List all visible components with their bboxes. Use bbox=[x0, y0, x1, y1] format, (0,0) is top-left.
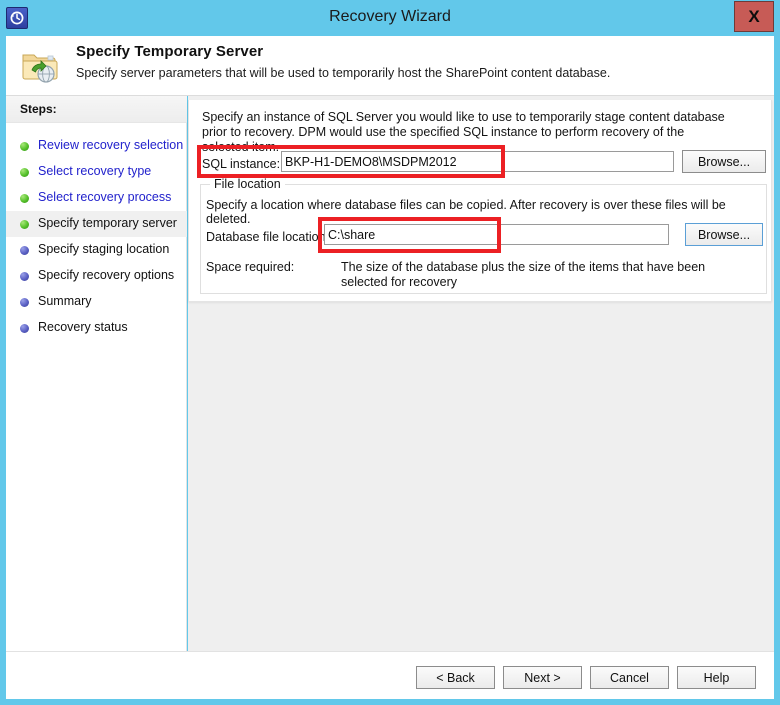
page-subtitle: Specify server parameters that will be u… bbox=[76, 66, 611, 80]
file-location-description: Specify a location where database files … bbox=[206, 198, 726, 226]
back-button[interactable]: < Back bbox=[416, 666, 495, 689]
space-required-value: The size of the database plus the size o… bbox=[341, 260, 706, 289]
step-bullet-icon bbox=[20, 324, 29, 333]
step-bullet-icon bbox=[20, 194, 29, 203]
sidebar-item-label: Select recovery type bbox=[38, 164, 152, 178]
database-file-location-input[interactable] bbox=[324, 224, 669, 245]
next-button[interactable]: Next > bbox=[503, 666, 582, 689]
step-bullet-icon bbox=[20, 272, 29, 281]
sidebar-item-specify-recovery-options[interactable]: Specify recovery options bbox=[6, 263, 187, 289]
steps-heading: Steps: bbox=[6, 96, 187, 123]
step-bullet-icon bbox=[20, 220, 29, 229]
content-panel: Specify an instance of SQL Server you wo… bbox=[188, 100, 772, 302]
sidebar-item-select-recovery-process[interactable]: Select recovery process bbox=[6, 185, 187, 211]
step-bullet-icon bbox=[20, 168, 29, 177]
sidebar-item-label: Recovery status bbox=[38, 320, 128, 334]
steps-heading-label: Steps: bbox=[20, 102, 57, 116]
sidebar-item-label: Specify recovery options bbox=[38, 268, 175, 282]
sidebar-item-summary[interactable]: Summary bbox=[6, 289, 187, 315]
database-file-location-browse-button[interactable]: Browse... bbox=[685, 223, 763, 246]
database-file-location-label: Database file location: bbox=[206, 230, 329, 244]
sidebar-item-review-recovery-selection[interactable]: Review recovery selection bbox=[6, 133, 187, 159]
sidebar-item-specify-temporary-server[interactable]: Specify temporary server bbox=[6, 211, 187, 237]
file-location-legend: File location bbox=[210, 177, 285, 191]
main-content: Specify an instance of SQL Server you wo… bbox=[188, 96, 774, 699]
recovery-wizard-window: Recovery Wizard X Specify Temporary Serv… bbox=[0, 0, 780, 705]
sql-instance-label: SQL instance: bbox=[202, 157, 281, 171]
space-required-label: Space required: bbox=[206, 260, 295, 274]
sidebar-item-select-recovery-type[interactable]: Select recovery type bbox=[6, 159, 187, 185]
window-title: Recovery Wizard bbox=[329, 8, 451, 25]
sidebar-item-label: Summary bbox=[38, 294, 92, 308]
step-bullet-icon bbox=[20, 246, 29, 255]
title-bar: Recovery Wizard X bbox=[0, 0, 780, 36]
sql-instance-browse-button[interactable]: Browse... bbox=[682, 150, 766, 173]
sidebar-item-recovery-status[interactable]: Recovery status bbox=[6, 315, 187, 341]
step-bullet-icon bbox=[20, 142, 29, 151]
sidebar-item-label: Select recovery process bbox=[38, 190, 172, 204]
page-title: Specify Temporary Server bbox=[76, 43, 264, 60]
sidebar-item-label: Review recovery selection bbox=[38, 138, 184, 152]
folder-restore-icon bbox=[18, 44, 62, 88]
sql-instance-input[interactable] bbox=[281, 151, 674, 172]
cancel-button[interactable]: Cancel bbox=[590, 666, 669, 689]
file-location-group: File location Specify a location where d… bbox=[200, 177, 767, 294]
step-bullet-icon bbox=[20, 298, 29, 307]
sidebar-item-specify-staging-location[interactable]: Specify staging location bbox=[6, 237, 187, 263]
help-button[interactable]: Help bbox=[677, 666, 756, 689]
steps-sidebar: Steps: Review recovery selection Select … bbox=[6, 96, 187, 699]
close-button[interactable]: X bbox=[734, 1, 774, 32]
sidebar-item-label: Specify temporary server bbox=[38, 216, 177, 230]
sidebar-item-label: Specify staging location bbox=[38, 242, 170, 256]
wizard-header: Specify Temporary Server Specify server … bbox=[6, 36, 774, 96]
intro-description: Specify an instance of SQL Server you wo… bbox=[202, 110, 725, 154]
wizard-footer: < Back Next > Cancel Help bbox=[6, 651, 774, 699]
